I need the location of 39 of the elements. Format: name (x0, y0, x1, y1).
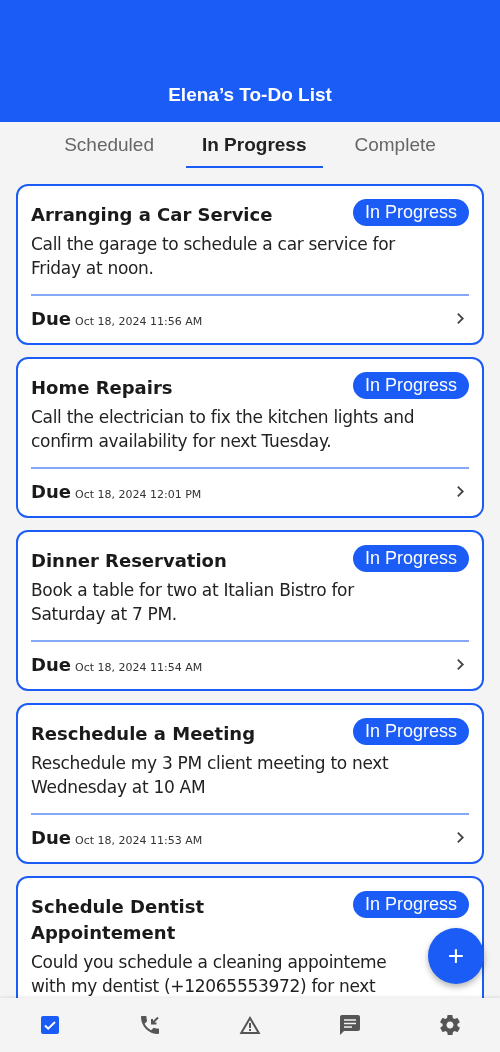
tab[interactable]: Complete (338, 132, 452, 168)
app-title: Elena’s To-Do List (168, 84, 332, 106)
status-badge: In Progress (352, 718, 469, 745)
task-title: Arranging a Car Service (31, 203, 273, 227)
phone-icon[interactable] (138, 1013, 162, 1037)
chat-icon[interactable] (338, 1013, 362, 1037)
task-description: Could you schedule a cleaning appointeme with my dentist (+12065553972) for next (31, 951, 387, 998)
checkbox-icon[interactable] (38, 1013, 62, 1037)
task-description: Book a table for two at Italian Bistro for Saturday at 7 PM. (31, 579, 354, 626)
task-title: Dinner Reservation (31, 549, 227, 573)
tab[interactable]: Scheduled (48, 132, 170, 168)
due-label: Due (31, 654, 71, 675)
due-label: Due (31, 481, 71, 502)
chevron-right-icon[interactable] (456, 831, 465, 844)
task-description: Reschedule my 3 PM client meeting to next Wednesday at 10 AM (31, 752, 389, 799)
chevron-right-icon[interactable] (456, 658, 465, 671)
due-label: Due (31, 308, 71, 329)
chevron-right-icon[interactable] (456, 485, 465, 498)
task-card[interactable]: Reschedule a Meeting In Progress Reschedule my 3 PM client meeting to next Wednesday at 10 AM Due Oct 18, 2024 11:53 AM (16, 703, 484, 864)
task-card[interactable]: Dinner Reservation In Progress Book a table for two at Italian Bistro for Saturday at 7 PM. Due Oct 18, 2024 11:54 AM (16, 530, 484, 691)
status-badge: In Progress (352, 545, 469, 572)
task-title: Home Repairs (31, 376, 173, 400)
status-badge: In Progress (352, 372, 469, 399)
due-date: Oct 18, 2024 11:54 AM (74, 661, 204, 674)
due-date: Oct 18, 2024 12:01 PM (74, 488, 203, 501)
task-card[interactable]: Arranging a Car Service In Progress Call the garage to schedule a car service for Friday at noon. Due Oct 18, 2024 11:56 AM (16, 184, 484, 345)
chevron-right-icon[interactable] (456, 312, 465, 325)
task-description: Call the garage to schedule a car service for Friday at noon. (31, 233, 395, 280)
task-title: Reschedule a Meeting (31, 722, 256, 746)
status-badge: In Progress (352, 199, 469, 226)
due-label: Due (31, 827, 71, 848)
tab[interactable]: In Progress (185, 132, 323, 168)
task-description: Call the electrician to fix the kitchen lights and confirm availability for next Tuesday. (31, 406, 415, 453)
task-title: Schedule Dentist Appointement (31, 895, 205, 945)
due-date: Oct 18, 2024 11:53 AM (74, 834, 204, 847)
status-badge: In Progress (352, 891, 469, 918)
task-card[interactable]: Home Repairs In Progress Call the electrician to fix the kitchen lights and confirm availability for next Tuesday. Due Oct 18, 2024 12:01 PM (16, 357, 484, 518)
due-date: Oct 18, 2024 11:56 AM (74, 315, 204, 328)
settings-icon[interactable] (438, 1013, 462, 1037)
